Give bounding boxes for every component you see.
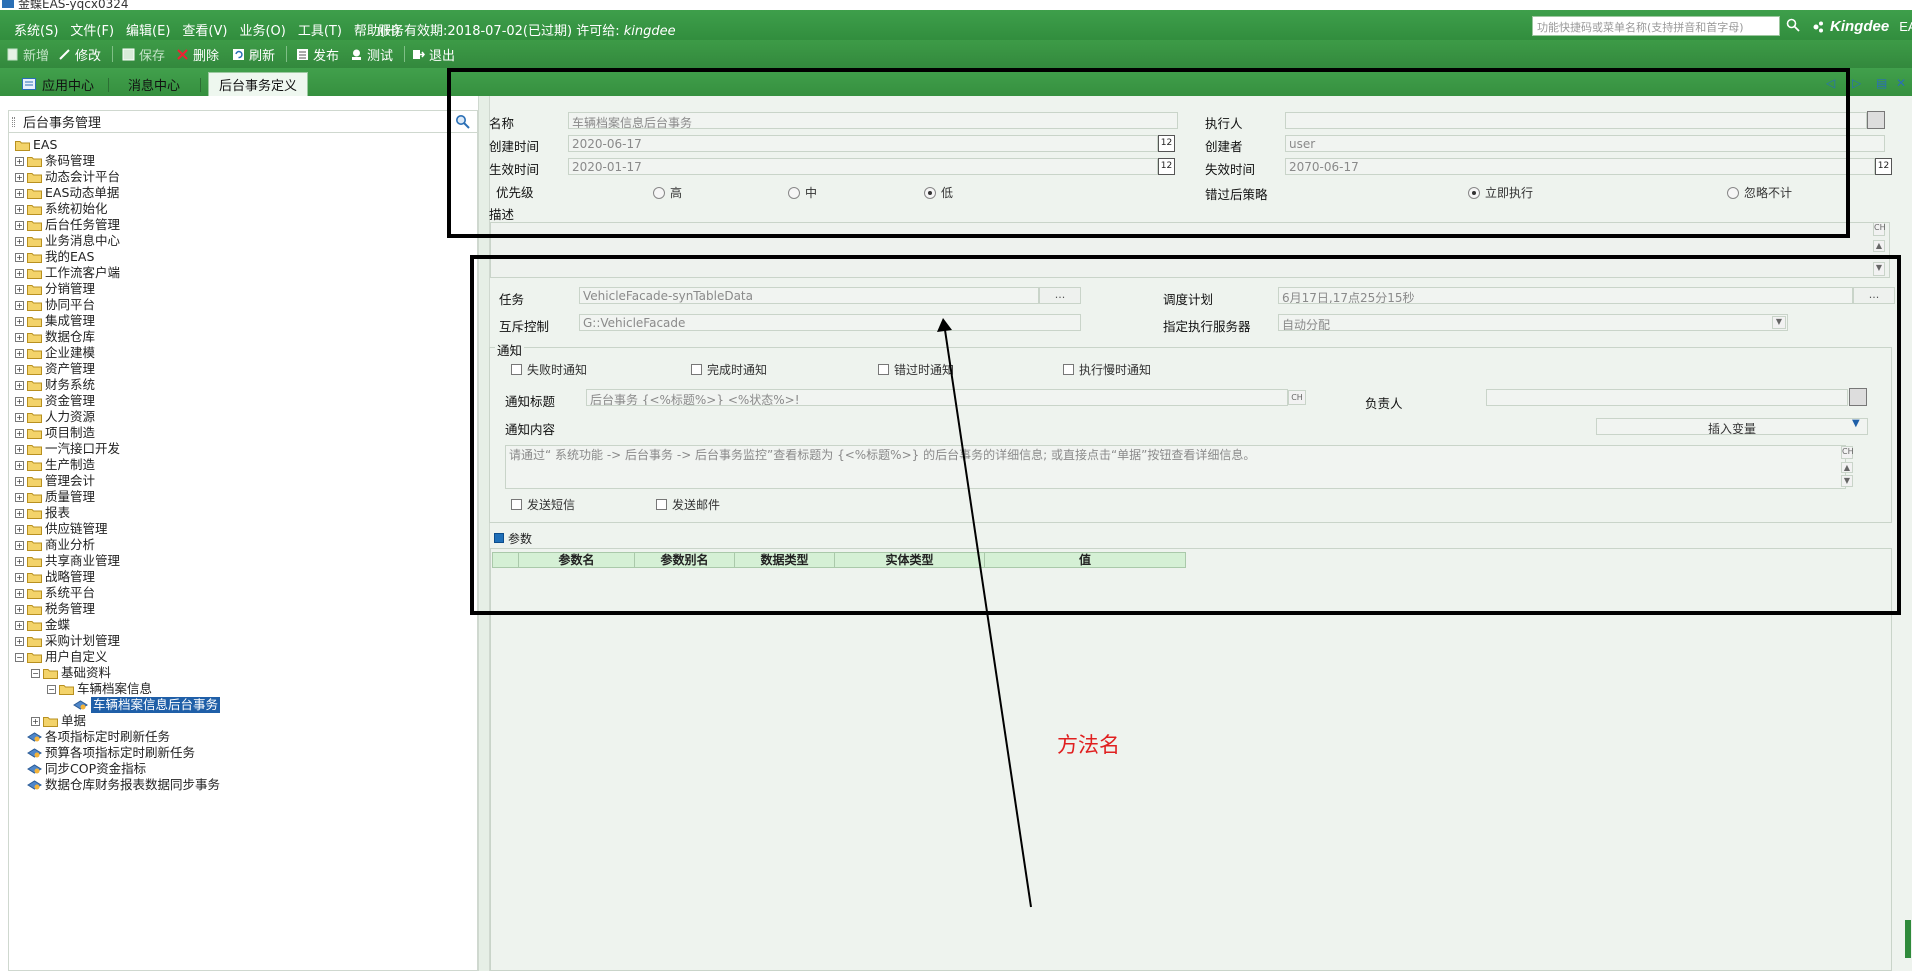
annotation-arrow [937,318,1032,908]
edge-indicator [1905,920,1911,958]
annotation-text: 方法名 [1057,733,1120,757]
